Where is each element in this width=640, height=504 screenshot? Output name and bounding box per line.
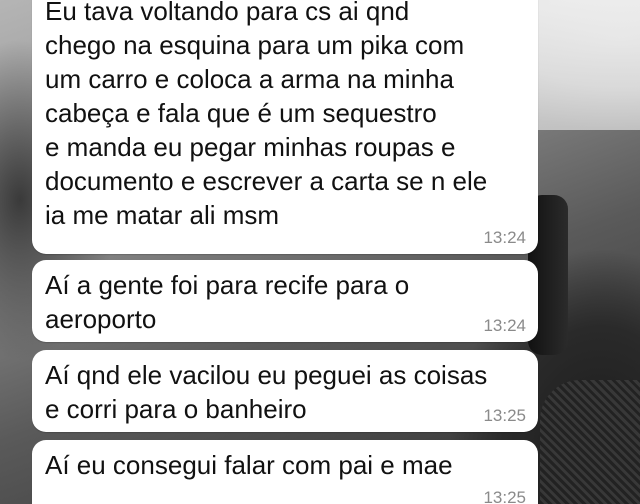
message-text: Eu tava voltando para cs ai qnd chego na… xyxy=(45,0,488,230)
message-text: Aí a gente foi para recife para o aeropo… xyxy=(45,270,410,334)
message-bubble[interactable]: Aí qnd ele vacilou eu peguei as coisas e… xyxy=(32,350,538,432)
message-text: Aí qnd ele vacilou eu peguei as coisas e… xyxy=(45,360,488,424)
message-text: Aí eu consegui falar com pai e mae xyxy=(45,450,453,480)
message-timestamp: 13:25 xyxy=(483,488,526,504)
message-list[interactable]: Eu tava voltando para cs ai qnd chego na… xyxy=(0,0,640,504)
message-bubble[interactable]: Aí a gente foi para recife para o aeropo… xyxy=(32,260,538,342)
message-timestamp: 13:25 xyxy=(483,406,526,425)
message-bubble[interactable]: Aí eu consegui falar com pai e mae 13:25 xyxy=(32,440,538,504)
message-timestamp: 13:24 xyxy=(483,228,526,247)
message-bubble[interactable]: Eu tava voltando para cs ai qnd chego na… xyxy=(32,0,538,254)
message-timestamp: 13:24 xyxy=(483,316,526,335)
